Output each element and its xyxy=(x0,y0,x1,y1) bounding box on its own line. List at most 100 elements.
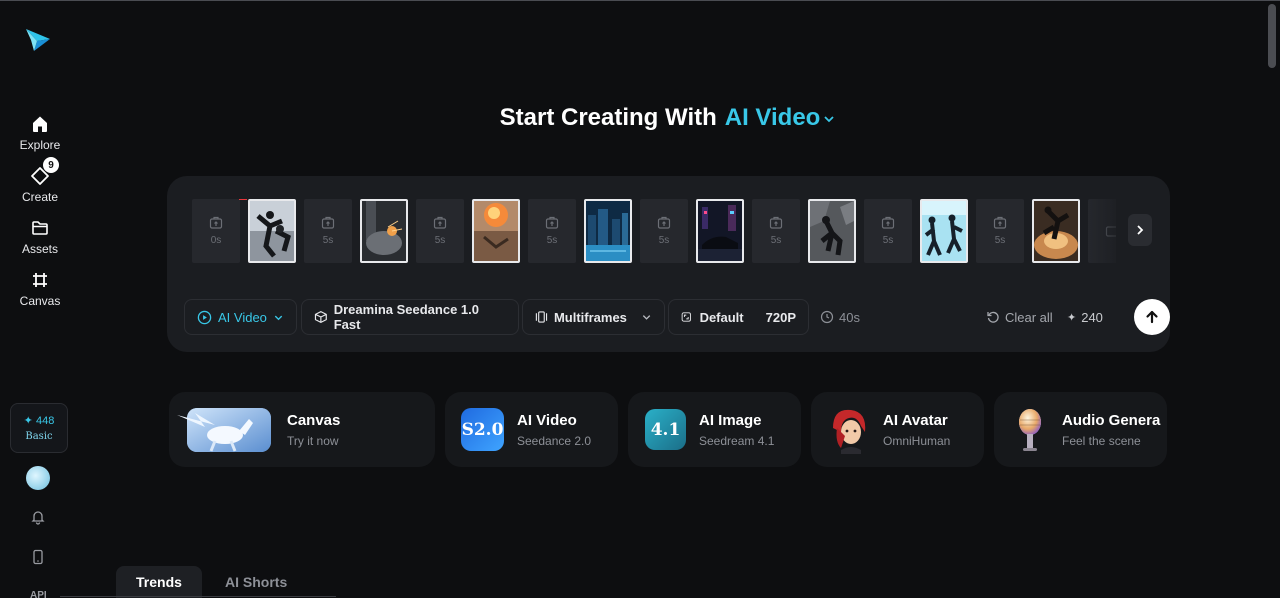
frame-duration: 0s xyxy=(210,235,222,246)
generation-toolbar: AI Video Dreamina Seedance 1.0 Fast Mult… xyxy=(184,299,1170,335)
thumbnail-crumbling-wall-scene[interactable] xyxy=(808,199,856,263)
frame-slot[interactable]: 5s xyxy=(976,199,1024,263)
credits-value: ✦ 448 xyxy=(23,415,55,427)
nav-assets[interactable]: Assets xyxy=(0,217,80,261)
card-ai-video-title: AI Video xyxy=(517,411,577,429)
frame-slot[interactable]: 5s xyxy=(864,199,912,263)
ai-video-icon xyxy=(197,310,212,324)
card-ai-image-subtitle: Seedream 4.1 xyxy=(699,433,775,448)
upload-icon xyxy=(209,216,223,229)
ratio-icon xyxy=(681,312,691,322)
nav-canvas-label: Canvas xyxy=(19,294,61,308)
clock-icon xyxy=(820,310,834,324)
frames-next-button[interactable] xyxy=(1128,214,1152,246)
upload-icon xyxy=(993,216,1007,229)
card-ai-video[interactable]: S2.0 AI Video Seedance 2.0 xyxy=(445,392,618,467)
frame-slot[interactable]: 0s xyxy=(192,199,240,263)
nav-create[interactable]: 9 Create xyxy=(0,157,80,209)
card-ai-avatar-subtitle: OmniHuman xyxy=(883,433,951,448)
thumbnail-sparks-scene[interactable] xyxy=(360,199,408,263)
card-audio-title: Audio Genera xyxy=(1062,411,1161,429)
frame-duration: 5s xyxy=(770,235,782,246)
model-select[interactable]: Dreamina Seedance 1.0 Fast xyxy=(301,299,519,335)
playhead-marker xyxy=(239,199,247,200)
frame-mode-label: Multiframes xyxy=(553,309,627,325)
cube-icon xyxy=(314,311,327,323)
create-icon: 9 xyxy=(29,157,59,187)
avatar-character-image xyxy=(833,409,866,454)
frame-slot[interactable]: 5s xyxy=(528,199,576,263)
thumbnail-city-night-scene[interactable] xyxy=(584,199,632,263)
ratio-resolution-select[interactable]: Default 720P xyxy=(668,299,809,335)
chevron-down-icon xyxy=(824,116,834,122)
duration-select[interactable]: 40s xyxy=(820,299,860,335)
frames-strip: 0s 5s 5s 5s 5s 5s 5s 5s xyxy=(192,199,1116,263)
card-ai-image[interactable]: 4.1 AI Image Seedream 4.1 xyxy=(628,392,801,467)
reset-icon xyxy=(987,311,999,323)
page-title: Start Creating With AI Video xyxy=(0,104,1280,132)
card-audio-subtitle: Feel the scene xyxy=(1062,433,1141,448)
page-scrollbar[interactable] xyxy=(1268,4,1276,68)
thumbnail-running-scene[interactable] xyxy=(920,199,968,263)
nav-canvas[interactable]: Canvas xyxy=(0,269,80,313)
frame-duration: 5s xyxy=(546,235,558,246)
frame-duration: 5s xyxy=(322,235,334,246)
upload-icon xyxy=(321,216,335,229)
upload-icon xyxy=(881,216,895,229)
thumbnail-explosion-scene[interactable] xyxy=(472,199,520,263)
mode-select[interactable]: AI Video xyxy=(184,299,297,335)
frame-slot[interactable]: 5s xyxy=(752,199,800,263)
card-ai-avatar-title: AI Avatar xyxy=(883,411,948,429)
seedream-logo-text: 4.1 xyxy=(650,419,681,440)
duration-label: 40s xyxy=(839,309,860,325)
bell-icon[interactable] xyxy=(29,508,47,526)
canvas-icon xyxy=(29,269,51,291)
card-canvas[interactable]: Canvas Try it now xyxy=(169,392,435,467)
tab-ai-shorts[interactable]: AI Shorts xyxy=(205,566,307,598)
frame-mode-select[interactable]: Multiframes xyxy=(522,299,665,335)
frame-slot[interactable]: 5s xyxy=(640,199,688,263)
folder-icon xyxy=(29,217,51,239)
dreamina-logo[interactable] xyxy=(24,27,52,53)
creation-panel: 0s 5s 5s 5s 5s 5s 5s 5s AI Video Dreamin… xyxy=(167,176,1170,352)
credit-cost: ✦ 240 xyxy=(1067,299,1103,335)
tab-trends[interactable]: Trends xyxy=(116,566,202,598)
mode-label: AI Video xyxy=(218,309,267,325)
title-accent: AI Video xyxy=(724,104,821,131)
s2-logo-text: S2.0 xyxy=(461,419,504,440)
thumbnail-dust-explosion-scene[interactable] xyxy=(1032,199,1080,263)
model-label: Dreamina Seedance 1.0 Fast xyxy=(333,302,479,332)
frame-duration: 5s xyxy=(994,235,1006,246)
pegasus-image xyxy=(177,407,271,452)
credits-box[interactable]: ✦ 448 Basic xyxy=(10,403,68,453)
card-canvas-subtitle: Try it now xyxy=(287,433,339,448)
card-ai-video-subtitle: Seedance 2.0 xyxy=(517,433,592,448)
nav-assets-label: Assets xyxy=(21,242,58,256)
chevron-right-icon xyxy=(1137,225,1144,235)
mode-switcher[interactable]: AI Video xyxy=(725,104,837,131)
upload-icon xyxy=(657,216,671,229)
frame-duration: 5s xyxy=(658,235,670,246)
generate-button[interactable] xyxy=(1134,299,1170,335)
thumbnail-fight-scene[interactable] xyxy=(248,199,296,263)
card-ai-avatar[interactable]: AI Avatar OmniHuman xyxy=(811,392,984,467)
clear-all-label: Clear all xyxy=(1005,309,1053,325)
frame-slot[interactable]: 5s xyxy=(416,199,464,263)
upload-icon xyxy=(769,216,783,229)
mobile-icon[interactable] xyxy=(29,548,47,566)
card-ai-image-title: AI Image xyxy=(699,411,762,429)
clear-all-button[interactable]: Clear all xyxy=(986,299,1053,335)
frame-slot[interactable]: 5s xyxy=(304,199,352,263)
card-canvas-title: Canvas xyxy=(287,411,341,429)
multiframes-icon xyxy=(535,311,548,323)
microphone-image xyxy=(1019,408,1041,451)
card-audio[interactable]: Audio Genera Feel the scene xyxy=(994,392,1167,467)
create-badge: 9 xyxy=(43,157,59,173)
thumbnail-car-neon-scene[interactable] xyxy=(696,199,744,263)
sparkle-icon: ✦ xyxy=(1067,311,1077,324)
user-avatar[interactable] xyxy=(26,466,50,490)
frame-duration: 5s xyxy=(434,235,446,246)
upload-icon xyxy=(433,216,447,229)
seedream-logo-image: 4.1 xyxy=(645,409,686,450)
api-link[interactable]: API xyxy=(30,590,47,598)
